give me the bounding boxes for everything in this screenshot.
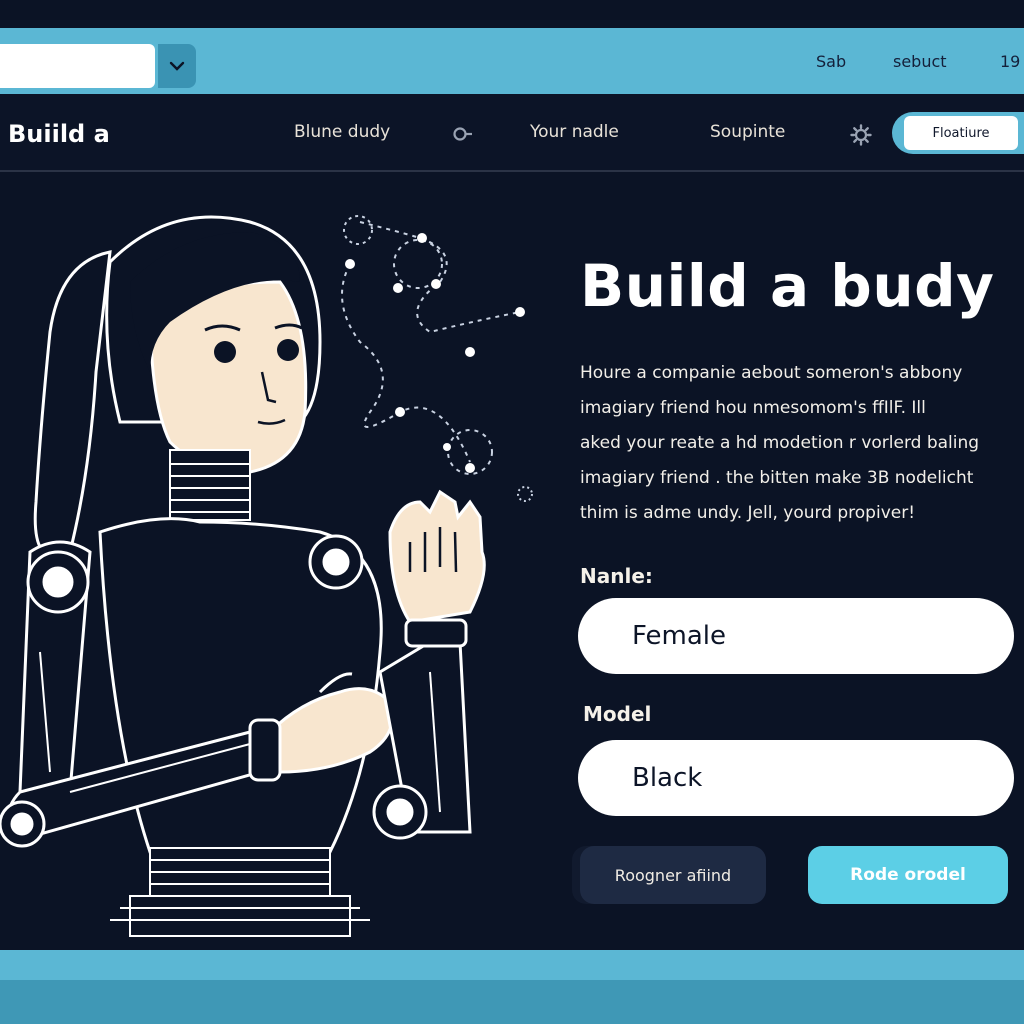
- chevron-down-icon: [169, 61, 185, 71]
- toggle-icon[interactable]: [452, 125, 474, 143]
- gear-icon[interactable]: [850, 124, 872, 146]
- hero-title: Build a budy: [580, 252, 995, 320]
- secondary-button[interactable]: Roogner afiind: [580, 846, 766, 904]
- primary-button[interactable]: Rode orodel: [808, 846, 1008, 904]
- feature-button[interactable]: Floatiure: [904, 116, 1018, 150]
- name-field[interactable]: [578, 598, 1014, 674]
- nav-link-3[interactable]: Soupinte: [710, 122, 785, 142]
- brand-title[interactable]: Buiild a: [8, 120, 110, 148]
- name-label: Nanle:: [580, 564, 653, 588]
- nav-link-1[interactable]: Blune dudy: [294, 122, 390, 142]
- window-top-edge: [0, 0, 1024, 28]
- model-label: Model: [583, 702, 652, 726]
- robot-companion-illustration: [0, 215, 533, 937]
- hero-description: Houre a companie aebout someron's abbony…: [580, 363, 980, 523]
- nav-link-2[interactable]: Your nadle: [530, 122, 619, 142]
- top-link-number[interactable]: 19: [1000, 52, 1020, 71]
- address-dropdown-button[interactable]: [158, 44, 196, 88]
- top-link-sab[interactable]: Sab: [816, 52, 846, 71]
- top-link-sebuct[interactable]: sebuct: [893, 52, 947, 71]
- address-input[interactable]: [0, 44, 155, 88]
- model-field[interactable]: [578, 740, 1014, 816]
- bottom-bar-strip: [0, 980, 1024, 1024]
